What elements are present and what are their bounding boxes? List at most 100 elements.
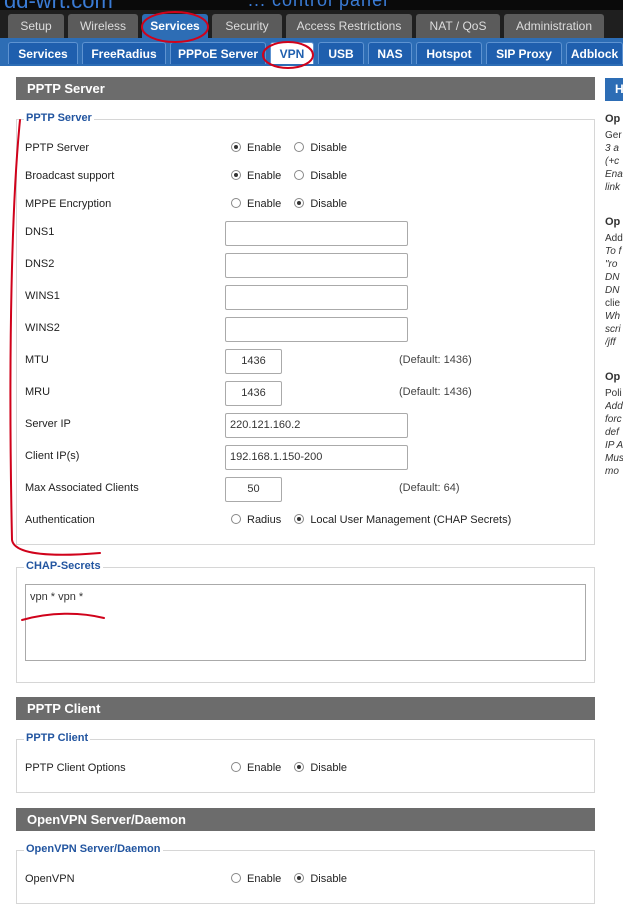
help-line: Wh [605, 311, 620, 322]
tab-security[interactable]: Security [212, 14, 282, 38]
section-title-pptp-server: PPTP Server [16, 77, 595, 100]
label-dns1: DNS1 [25, 226, 55, 238]
wins2-input[interactable] [225, 317, 408, 342]
radio-label-enable: Enable [247, 142, 282, 154]
mtu-default-hint: (Default: 1436) [399, 354, 472, 366]
radio-label-enable: Enable [247, 762, 282, 774]
label-openvpn: OpenVPN [25, 873, 75, 885]
help-line: Poli [605, 388, 622, 399]
label-pptp-server: PPTP Server [25, 142, 89, 154]
tab-access-restrictions[interactable]: Access Restrictions [286, 14, 412, 38]
server-ip-input[interactable]: 220.121.160.2 [225, 413, 408, 438]
help-line: Add [605, 233, 623, 244]
help-panel-title: H [605, 78, 623, 101]
dns2-input[interactable] [225, 253, 408, 278]
legend-pptp-client: PPTP Client [24, 732, 91, 744]
tab-services[interactable]: Services [142, 14, 208, 38]
label-broadcast-support: Broadcast support [25, 170, 115, 182]
help-line: 3 a [605, 143, 619, 154]
radio-label-disable: Disable [310, 873, 348, 885]
legend-chap-secrets: CHAP-Secrets [24, 560, 103, 572]
subtab-nas[interactable]: NAS [368, 42, 412, 64]
help-line: IP A [605, 440, 623, 451]
subtab-usb[interactable]: USB [318, 42, 364, 64]
help-line: def [605, 427, 619, 438]
wins1-input[interactable] [225, 285, 408, 310]
subtab-services[interactable]: Services [8, 42, 78, 64]
help-line: DN [605, 285, 620, 296]
radio-label-enable: Enable [247, 198, 282, 210]
mru-input[interactable]: 1436 [225, 381, 282, 406]
legend-openvpn: OpenVPN Server/Daemon [24, 843, 163, 855]
radio-broadcast-disable[interactable] [294, 170, 305, 180]
radio-auth-local[interactable] [294, 514, 305, 524]
help-line: Ger [605, 130, 622, 141]
radio-label-radius: Radius [247, 514, 282, 526]
radio-label-disable: Disable [310, 170, 348, 182]
help-line: mo [605, 466, 619, 477]
chap-secrets-textarea[interactable]: vpn * vpn * [25, 584, 586, 661]
radio-group-mppe: Enable Disable [231, 198, 357, 210]
radio-pptp-server-enable[interactable] [231, 142, 241, 152]
section-title-pptp-client: PPTP Client [16, 697, 595, 720]
radio-pptp-client-disable[interactable] [294, 762, 305, 772]
tab-nat-qos[interactable]: NAT / QoS [416, 14, 500, 38]
help-line: forc [605, 414, 622, 425]
help-line: link [605, 182, 621, 193]
radio-group-pptp-server: Enable Disable [231, 142, 357, 154]
label-dns2: DNS2 [25, 258, 55, 270]
radio-label-disable: Disable [310, 198, 348, 210]
radio-group-openvpn: Enable Disable [231, 873, 357, 885]
help-line: Add [605, 401, 623, 412]
subtab-adblock[interactable]: Adblock [566, 42, 623, 64]
label-wins2: WINS2 [25, 322, 60, 334]
main-tab-bar: Setup Wireless Services Security Access … [0, 12, 623, 38]
tab-administration[interactable]: Administration [504, 14, 604, 38]
radio-openvpn-disable[interactable] [294, 873, 305, 883]
help-line: Op [605, 113, 621, 125]
help-line: "ro [605, 259, 618, 270]
client-ips-input[interactable]: 192.168.1.150-200 [225, 445, 408, 470]
section-title-openvpn: OpenVPN Server/Daemon [16, 808, 595, 831]
subtab-sip-proxy[interactable]: SIP Proxy [486, 42, 562, 64]
help-line: Op [605, 371, 621, 383]
radio-openvpn-enable[interactable] [231, 873, 241, 883]
radio-label-disable: Disable [310, 762, 348, 774]
brand-subtitle: ... control panel [248, 0, 389, 10]
label-max-associated-clients: Max Associated Clients [25, 482, 139, 494]
dns1-input[interactable] [225, 221, 408, 246]
max-clients-default-hint: (Default: 64) [399, 482, 460, 494]
radio-pptp-client-enable[interactable] [231, 762, 241, 772]
help-line: /jff [605, 337, 616, 348]
tab-setup[interactable]: Setup [8, 14, 64, 38]
radio-mppe-disable[interactable] [294, 198, 305, 208]
label-pptp-client-options: PPTP Client Options [25, 762, 126, 774]
radio-group-pptp-client: Enable Disable [231, 762, 357, 774]
label-authentication: Authentication [25, 514, 95, 526]
legend-pptp-server: PPTP Server [24, 112, 94, 124]
radio-broadcast-enable[interactable] [231, 170, 241, 180]
label-mppe-encryption: MPPE Encryption [25, 198, 112, 210]
sub-tab-bar: Services FreeRadius PPPoE Server VPN USB… [0, 38, 623, 66]
help-line: Op [605, 216, 621, 228]
radio-group-authentication: Radius Local User Management (CHAP Secre… [231, 514, 521, 526]
mru-default-hint: (Default: 1436) [399, 386, 472, 398]
radio-auth-radius[interactable] [231, 514, 241, 524]
brand-banner: dd-wrt.com ... control panel [0, 0, 623, 10]
label-mtu: MTU [25, 354, 49, 366]
help-line: DN [605, 272, 620, 283]
subtab-freeradius[interactable]: FreeRadius [82, 42, 166, 64]
tab-wireless[interactable]: Wireless [68, 14, 138, 38]
subtab-vpn[interactable]: VPN [270, 42, 314, 64]
help-line: Ena [605, 169, 623, 180]
subtab-pppoe-server[interactable]: PPPoE Server [170, 42, 266, 64]
help-panel: H Op Ger 3 a (+c Ena link Op Add To f "r… [605, 66, 623, 914]
help-line: (+c [605, 156, 620, 167]
radio-mppe-enable[interactable] [231, 198, 241, 208]
subtab-hotspot[interactable]: Hotspot [416, 42, 482, 64]
radio-pptp-server-disable[interactable] [294, 142, 305, 152]
mtu-input[interactable]: 1436 [225, 349, 282, 374]
help-line: Mus [605, 453, 623, 464]
radio-label-enable: Enable [247, 170, 282, 182]
max-clients-input[interactable]: 50 [225, 477, 282, 502]
